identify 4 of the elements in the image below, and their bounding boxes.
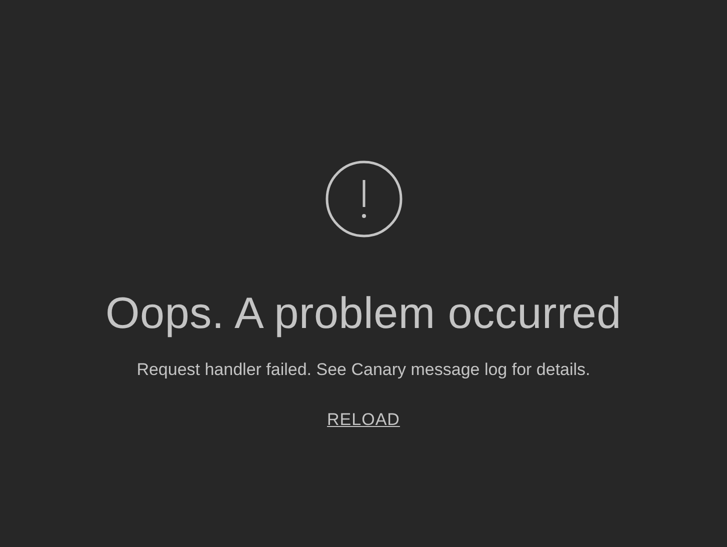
warning-icon [324, 160, 402, 238]
error-message: Request handler failed. See Canary message log for details. [136, 360, 590, 380]
error-title: Oops. A problem occurred [106, 290, 622, 338]
reload-link[interactable]: RELOAD [327, 410, 400, 430]
